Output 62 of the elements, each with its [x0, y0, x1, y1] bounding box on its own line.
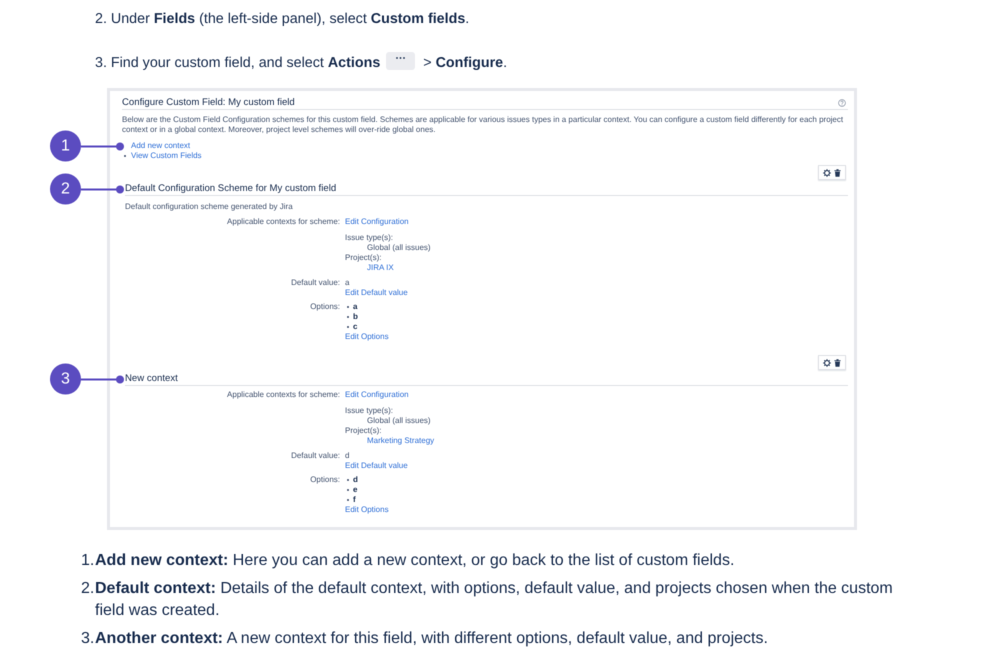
gear-icon[interactable] — [823, 168, 831, 176]
field-value: Global (all issues) — [367, 416, 431, 426]
text-link[interactable]: Edit Options — [345, 332, 389, 342]
leader-line — [81, 375, 124, 383]
field-label: Options: — [310, 475, 340, 484]
text-link[interactable]: JIRA IX — [367, 263, 394, 273]
field-value: Global (all issues) — [367, 243, 431, 253]
step-text: > Configure. — [423, 54, 508, 73]
field-label: Issue type(s): — [345, 233, 394, 243]
field-label: Issue type(s): — [345, 406, 394, 416]
text-link[interactable]: Edit Default value — [345, 461, 408, 471]
field-label: Project(s): — [345, 426, 382, 436]
bullet-icon — [347, 316, 350, 318]
callout-number: 2 — [50, 174, 81, 204]
option-text: e — [353, 485, 358, 495]
callout-number: 1 — [50, 130, 81, 162]
description-text: Below are the Custom Field Configuration schemes for this custom field. Schemes are applicable for various issues types in a particular context. You can configure a custom field differently for each project context or in a global context. Moreover, project level schemes will over-ride global ones. — [122, 115, 844, 135]
field-value: a — [345, 278, 350, 288]
scheme-description: Default configuration scheme generated by Jira — [125, 202, 294, 212]
list-number: 1. — [81, 551, 95, 571]
help-icon[interactable] — [838, 99, 846, 107]
text-link[interactable]: Add new context — [131, 141, 190, 151]
field-label: Default value: — [291, 451, 340, 460]
text-link[interactable]: Edit Default value — [345, 288, 408, 298]
option-text: f — [353, 495, 356, 505]
text-link[interactable]: Edit Configuration — [345, 217, 409, 227]
leader-line — [81, 142, 124, 150]
bullet-icon — [347, 478, 350, 482]
section-heading: Default Configuration Scheme for My custom field — [125, 183, 336, 195]
field-label: Project(s): — [345, 253, 382, 263]
list-item-text: Another context: A new context for this field, with different options, default value, and projects. — [95, 629, 769, 649]
text-link[interactable]: Edit Options — [345, 505, 389, 515]
field-label: Applicable contexts for scheme: — [227, 217, 340, 226]
text-link[interactable]: Marketing Strategy — [367, 436, 434, 446]
option-text: d — [353, 475, 358, 485]
field-label: Options: — [310, 302, 340, 311]
text-link[interactable]: View Custom Fields — [131, 151, 202, 161]
bullet-icon — [347, 488, 350, 492]
field-value: d — [345, 451, 350, 461]
trash-icon[interactable] — [834, 168, 841, 176]
section-heading: New context — [125, 373, 178, 385]
option-text: a — [353, 302, 358, 312]
gear-icon[interactable] — [823, 358, 831, 366]
option-text: b — [353, 312, 358, 322]
option-text: c — [353, 322, 358, 332]
step-text: 2. Under Fields (the left-side panel), select Custom fields. — [95, 10, 470, 29]
list-number: 3. — [81, 629, 95, 649]
bullet-icon — [347, 498, 350, 502]
callout-number: 3 — [50, 364, 81, 394]
field-label: Default value: — [291, 278, 340, 287]
panel-title: Configure Custom Field: My custom field — [122, 97, 295, 109]
leader-line — [81, 185, 124, 193]
field-label: Applicable contexts for scheme: — [227, 390, 340, 399]
step-text: 3. Find your custom field, and select Actions — [95, 54, 380, 73]
bullet-icon — [124, 154, 126, 158]
bullet-icon — [347, 306, 350, 308]
list-item-text: Add new context: Here you can add a new context, or go back to the list of custom fields. — [95, 551, 736, 571]
trash-icon[interactable] — [834, 358, 841, 366]
list-number: 2. — [81, 579, 95, 599]
bullet-icon — [347, 326, 350, 328]
text-link[interactable]: Edit Configuration — [345, 390, 409, 400]
list-item-text: Default context: Details of the default context, with options, default value, and projects chosen when the custom field was created. — [95, 579, 894, 621]
